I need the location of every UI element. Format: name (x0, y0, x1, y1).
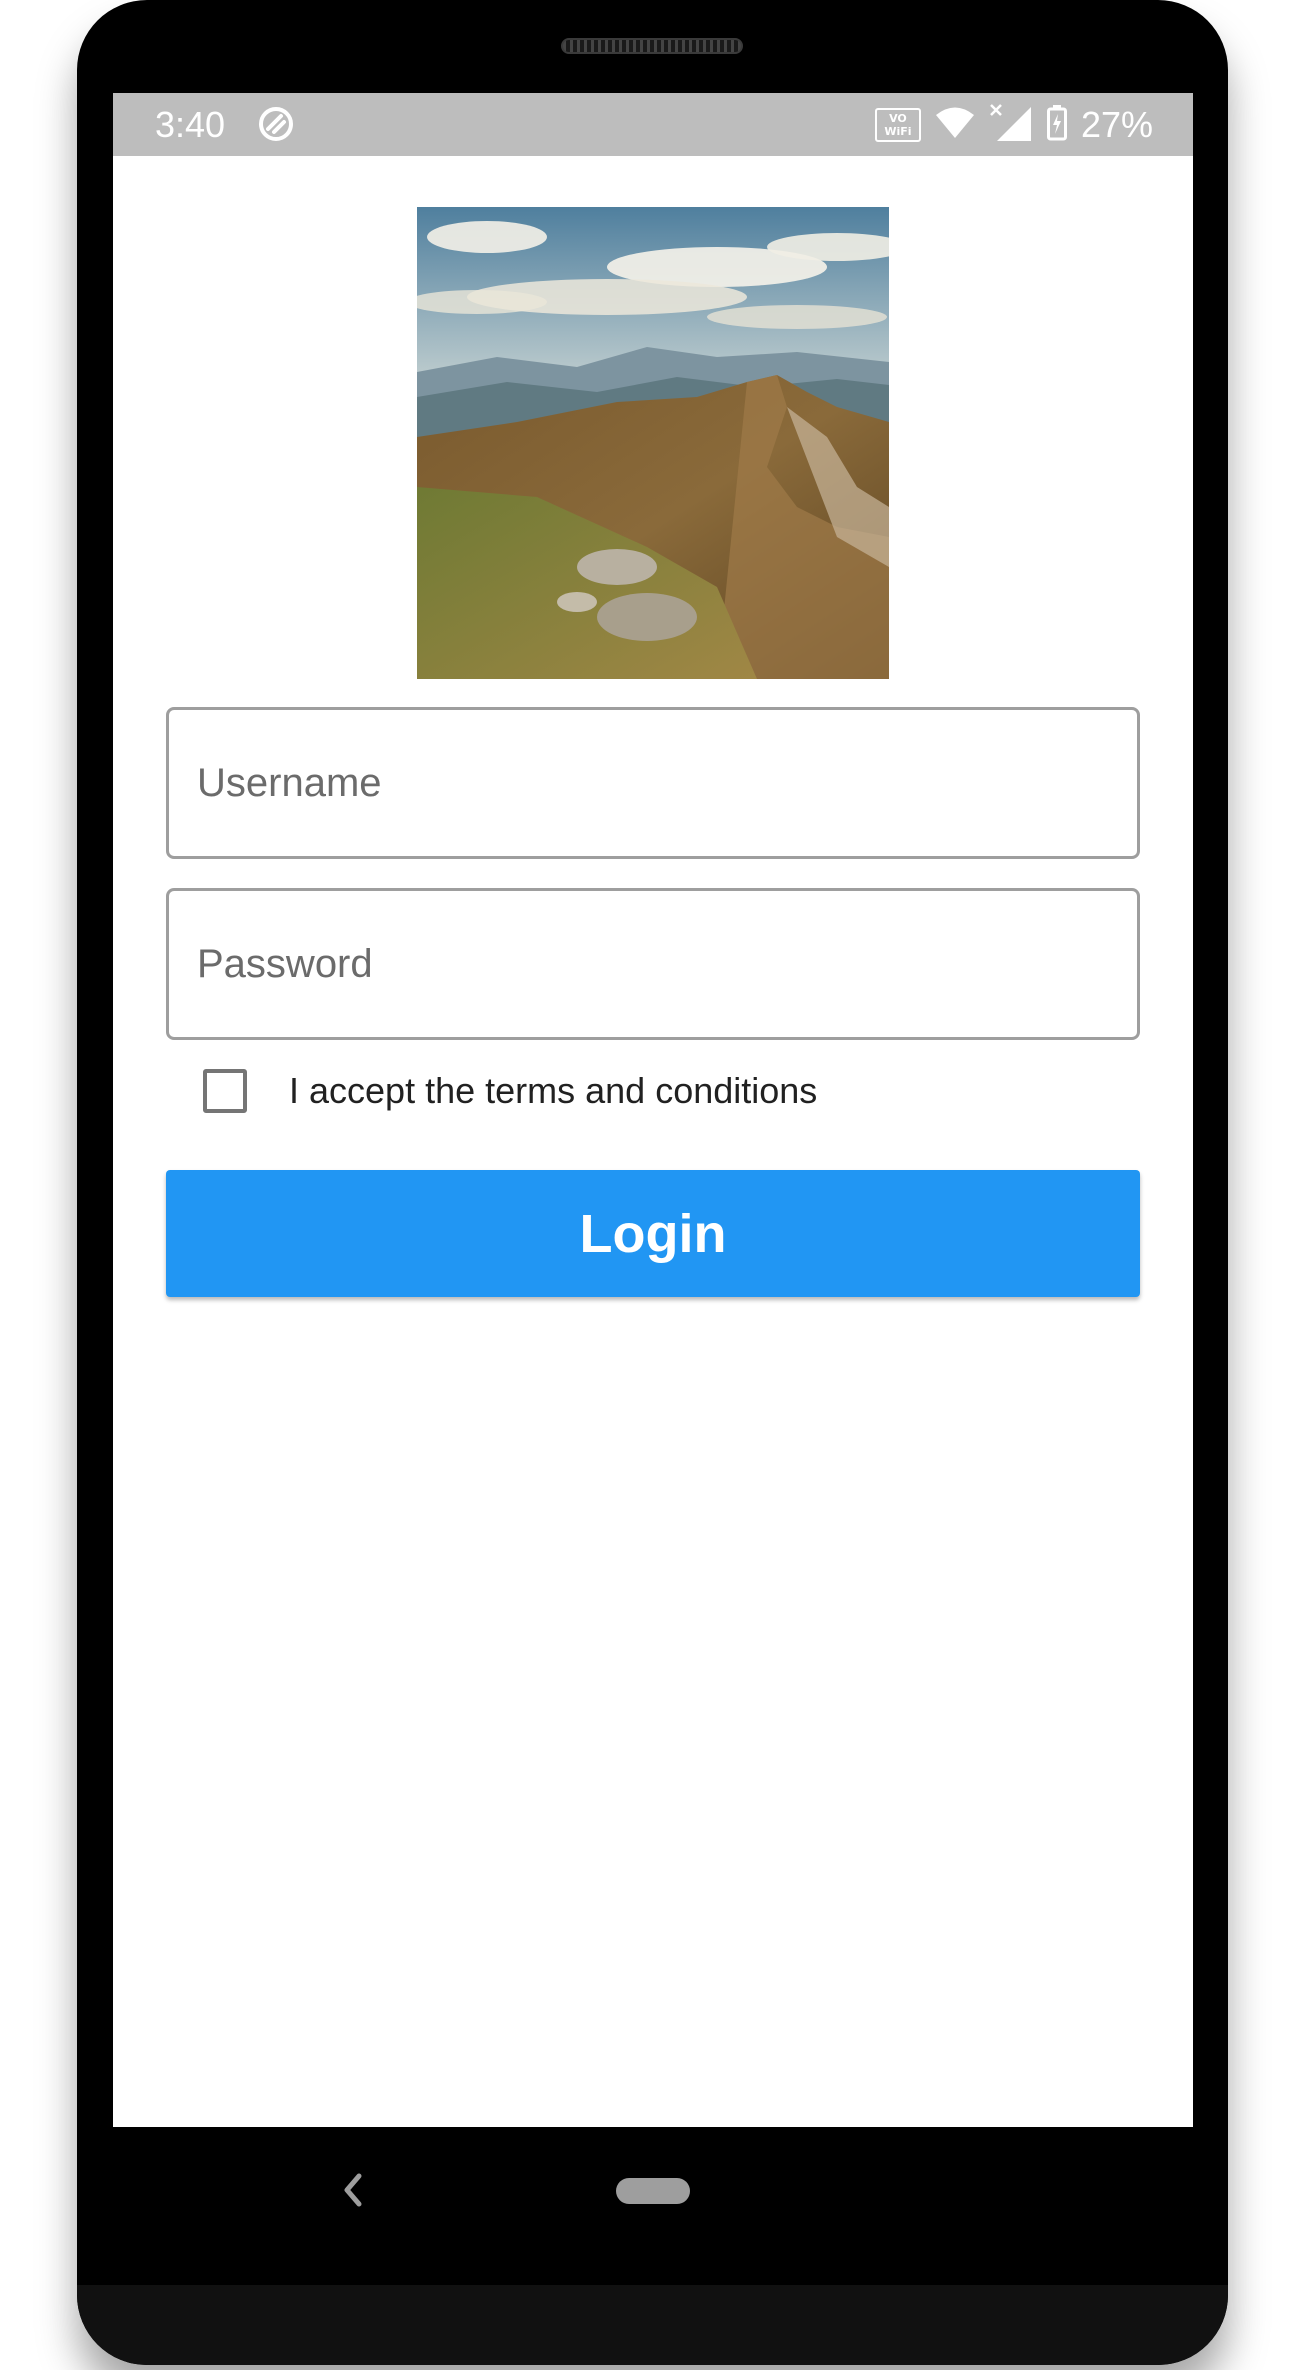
home-pill-icon[interactable] (616, 2178, 690, 2204)
battery-percent: 27% (1080, 104, 1153, 145)
app-screen: 3:40 VO WiFi 27% Username I accept the t… (113, 93, 1193, 2127)
terms-label[interactable]: I accept the terms and conditions (289, 1069, 817, 1113)
back-icon[interactable] (333, 2167, 373, 2213)
page: 3:40 VO WiFi 27% Username I accept the t… (0, 0, 1305, 2370)
status-bar: 3:40 VO WiFi 27% (113, 93, 1193, 156)
battery-charging-icon (1046, 104, 1067, 146)
mountain-landscape-image (417, 207, 889, 679)
login-button[interactable]: Login (166, 1170, 1140, 1297)
vowifi-icon: VO WiFi (874, 108, 921, 142)
vowifi-bottom-text: WiFi (884, 125, 912, 138)
password-input[interactable] (197, 891, 1097, 1037)
status-time: 3:40 (155, 104, 226, 145)
app-notification-icon (257, 105, 295, 143)
username-input[interactable] (197, 710, 1097, 856)
status-icons: VO WiFi 27% (874, 103, 1153, 148)
terms-checkbox[interactable] (203, 1069, 247, 1113)
username-field[interactable] (166, 707, 1140, 859)
no-sim-signal-icon (989, 103, 1033, 148)
wifi-icon (935, 106, 975, 145)
terms-row[interactable]: I accept the terms and conditions (203, 1063, 817, 1119)
phone-bottom-edge (77, 2285, 1228, 2365)
vowifi-top-text: VO (889, 112, 907, 125)
speaker-grille (561, 38, 743, 54)
navigation-bar (113, 2127, 1193, 2253)
password-field[interactable] (166, 888, 1140, 1040)
